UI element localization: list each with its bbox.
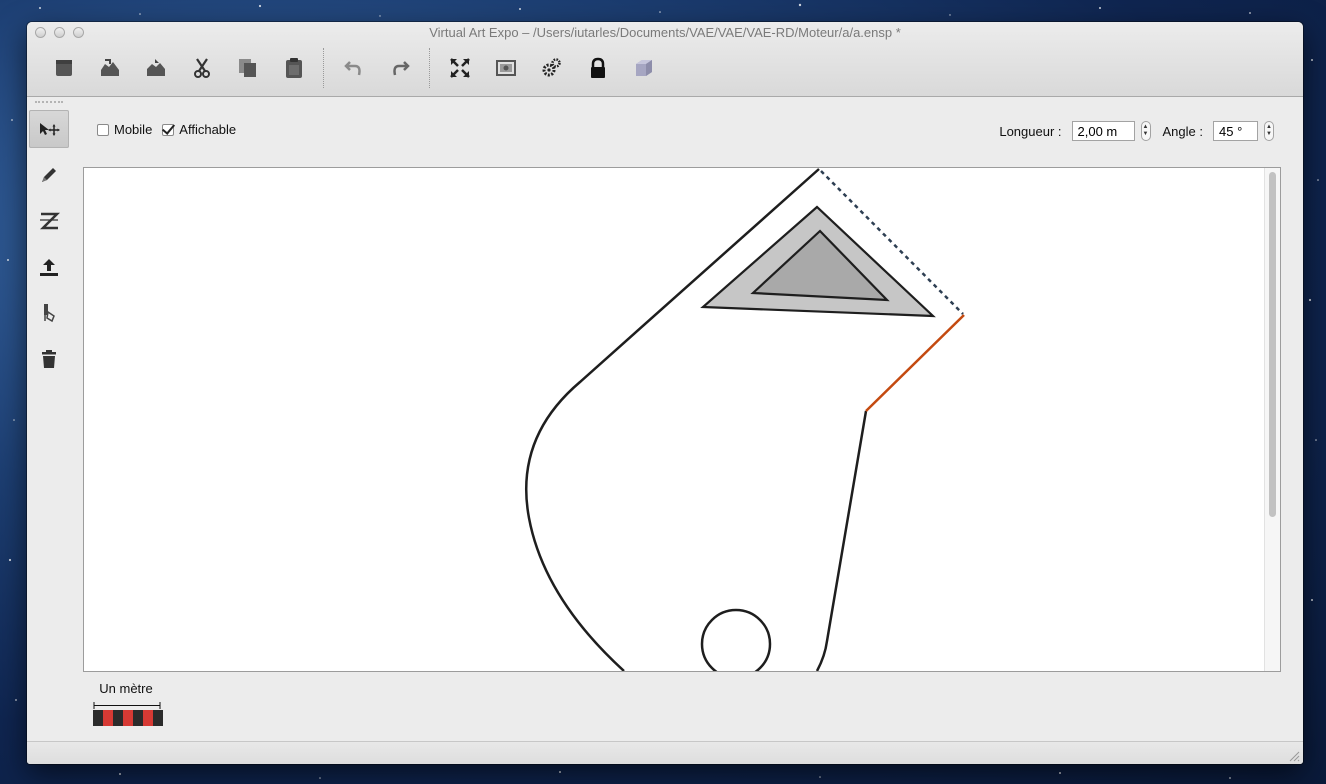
scale-label: Un mètre bbox=[99, 681, 153, 696]
copy-button[interactable] bbox=[225, 52, 271, 84]
scale-bar bbox=[93, 710, 163, 726]
zigzag-icon bbox=[39, 212, 60, 230]
floor-plan-canvas[interactable] bbox=[83, 167, 1281, 672]
pencil-tool[interactable] bbox=[29, 156, 69, 194]
upload-tool[interactable] bbox=[29, 248, 69, 286]
gears-icon bbox=[542, 58, 561, 77]
copy-icon bbox=[239, 59, 256, 77]
lock-icon bbox=[591, 57, 605, 78]
open-icon bbox=[101, 59, 119, 76]
paint-tool[interactable] bbox=[29, 294, 69, 332]
wall-segment[interactable] bbox=[815, 410, 868, 671]
redo-button[interactable] bbox=[377, 52, 423, 84]
snapshot-button[interactable] bbox=[483, 52, 529, 84]
open-button[interactable] bbox=[87, 52, 133, 84]
angle-label: Angle : bbox=[1162, 123, 1203, 139]
select-move-icon bbox=[40, 123, 60, 136]
affichable-checkbox[interactable]: Affichable bbox=[162, 122, 236, 137]
scissors-icon bbox=[194, 58, 210, 78]
side-tool-palette bbox=[27, 110, 71, 386]
scale-ruler bbox=[93, 702, 161, 709]
new-button[interactable] bbox=[41, 52, 87, 84]
cube-icon bbox=[636, 60, 652, 76]
settings-button[interactable] bbox=[529, 52, 575, 84]
pillar-circle[interactable] bbox=[700, 608, 772, 671]
angle-stepper[interactable]: ▲ ▼ bbox=[1264, 121, 1274, 141]
selected-wall[interactable] bbox=[865, 314, 965, 412]
zigzag-wall-tool[interactable] bbox=[29, 202, 69, 240]
3d-view-button[interactable] bbox=[621, 52, 667, 84]
title-bar: Virtual Art Expo – /Users/iutarles/Docum… bbox=[27, 22, 1303, 97]
window-title: Virtual Art Expo – /Users/iutarles/Docum… bbox=[429, 25, 901, 40]
length-stepper[interactable]: ▲ ▼ bbox=[1140, 121, 1151, 141]
redo-icon bbox=[393, 61, 410, 76]
toolbar-separator bbox=[323, 48, 325, 88]
save-button[interactable] bbox=[133, 52, 179, 84]
vertical-scrollbar[interactable] bbox=[1264, 168, 1280, 671]
main-toolbar bbox=[41, 48, 667, 88]
angle-field[interactable] bbox=[1213, 121, 1258, 141]
options-bar: Mobile Affichable bbox=[97, 122, 246, 137]
status-bar bbox=[27, 741, 1303, 764]
length-label: Longueur : bbox=[999, 123, 1062, 139]
undo-icon bbox=[344, 61, 361, 76]
toolbar-separator bbox=[429, 48, 431, 88]
select-move-tool[interactable] bbox=[29, 110, 69, 148]
fit-view-button[interactable] bbox=[437, 52, 483, 84]
save-icon bbox=[147, 59, 165, 76]
resize-grip-icon[interactable] bbox=[1288, 750, 1300, 762]
affichable-checkbox-box[interactable] bbox=[162, 123, 175, 136]
tool-palette-grip[interactable] bbox=[35, 101, 63, 107]
lock-button[interactable] bbox=[575, 52, 621, 84]
expand-arrows-icon bbox=[450, 58, 470, 78]
length-field[interactable] bbox=[1071, 121, 1135, 141]
mobile-checkbox-box[interactable] bbox=[97, 123, 109, 136]
paste-button[interactable] bbox=[271, 52, 317, 84]
camera-icon bbox=[496, 60, 516, 76]
trash-icon bbox=[42, 350, 56, 368]
mobile-label: Mobile bbox=[114, 122, 153, 137]
clipboard-icon bbox=[286, 58, 302, 78]
mobile-checkbox[interactable]: Mobile bbox=[97, 122, 152, 137]
new-document-icon bbox=[56, 60, 72, 76]
delete-tool[interactable] bbox=[29, 340, 69, 378]
properties-bar: Longueur : ▲▼ Angle : ▲▼ bbox=[999, 121, 1274, 141]
floor-plan-drawing bbox=[525, 168, 965, 671]
undo-button[interactable] bbox=[331, 52, 377, 84]
upload-icon bbox=[40, 259, 58, 276]
pencil-icon bbox=[42, 168, 56, 182]
scale-legend: Un mètre bbox=[93, 681, 163, 726]
vertical-scrollbar-thumb[interactable] bbox=[1269, 172, 1276, 517]
paint-brush-icon bbox=[44, 304, 55, 323]
cut-button[interactable] bbox=[179, 52, 225, 84]
app-window: Virtual Art Expo – /Users/iutarles/Docum… bbox=[27, 22, 1303, 764]
affichable-label: Affichable bbox=[179, 122, 237, 137]
